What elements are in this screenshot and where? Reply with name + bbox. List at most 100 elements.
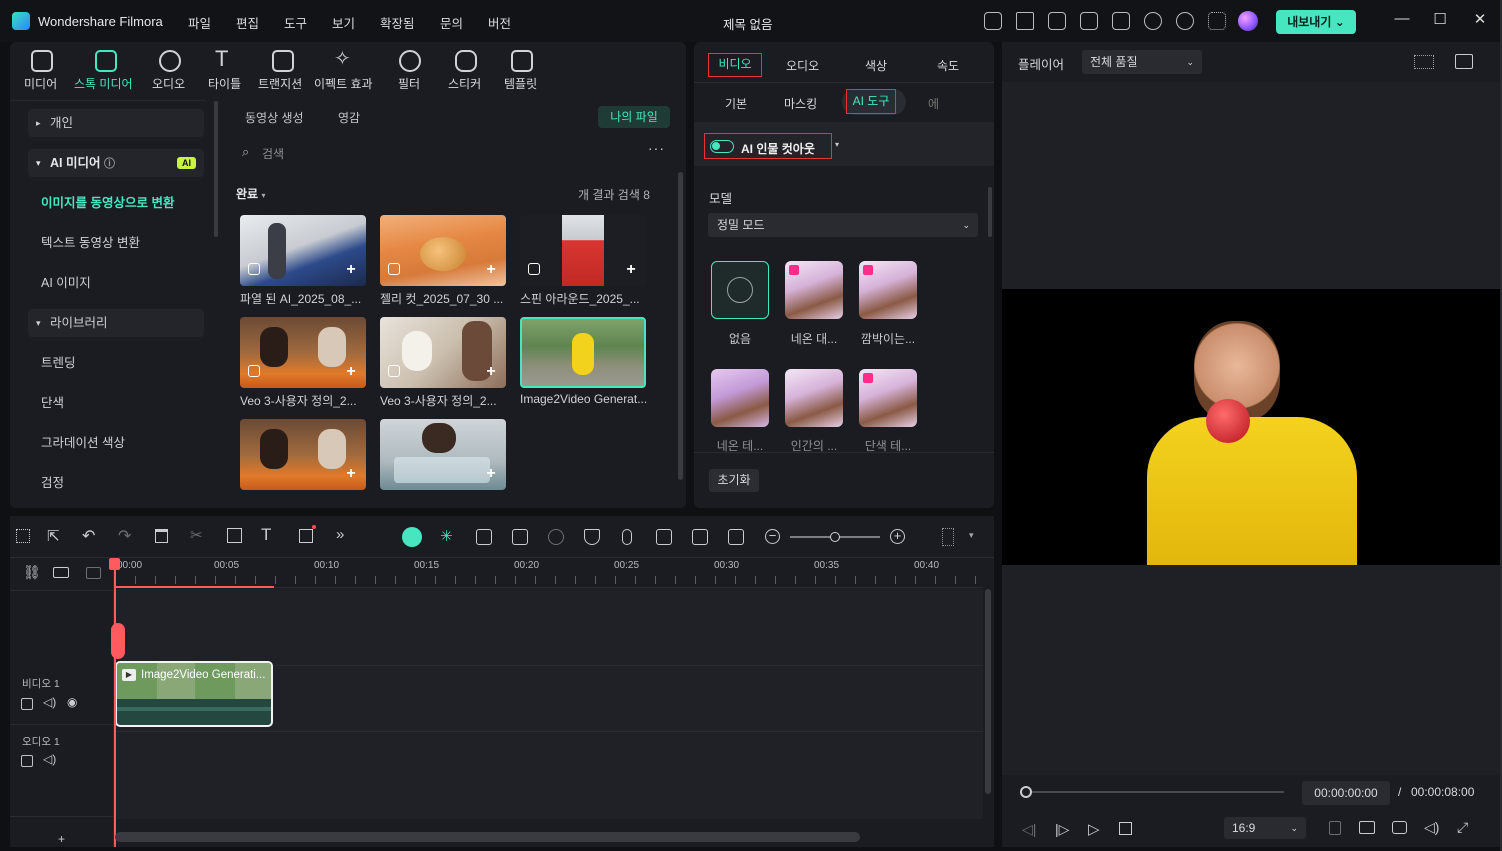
quality-select[interactable]: 전체 품질 ⌄ bbox=[1082, 50, 1202, 74]
tool-titles[interactable]: 타이틀 bbox=[208, 75, 241, 92]
headset-icon[interactable] bbox=[1176, 12, 1194, 30]
media-scrollbar[interactable] bbox=[678, 172, 683, 480]
link-icon[interactable]: ⛓ bbox=[23, 564, 41, 581]
template-icon[interactable] bbox=[511, 50, 533, 72]
subtab-more[interactable]: 에 bbox=[928, 95, 939, 112]
redo-icon[interactable]: ↷ bbox=[118, 526, 131, 546]
layout-icon[interactable] bbox=[1080, 12, 1098, 30]
stock-media-icon[interactable] bbox=[95, 50, 117, 72]
add-track-icon[interactable]: + bbox=[58, 832, 65, 846]
grid-view-icon[interactable] bbox=[1414, 55, 1434, 69]
chain-icon[interactable] bbox=[53, 567, 69, 578]
ai-cutout-toggle[interactable] bbox=[710, 140, 734, 153]
filter-icon[interactable] bbox=[399, 50, 421, 72]
stop-icon[interactable] bbox=[1119, 822, 1132, 835]
add-icon[interactable]: + bbox=[484, 262, 498, 278]
subtab-masking[interactable]: 마스킹 bbox=[784, 95, 817, 112]
tab-video[interactable]: 비디오 bbox=[708, 53, 762, 77]
tool-media[interactable]: 미디어 bbox=[24, 75, 57, 92]
add-icon[interactable]: + bbox=[344, 466, 358, 482]
playhead-marker[interactable] bbox=[111, 623, 125, 659]
tool-templates[interactable]: 템플릿 bbox=[504, 75, 537, 92]
snapshot-icon[interactable] bbox=[1392, 821, 1407, 834]
preset-neon-1[interactable] bbox=[785, 261, 843, 319]
sidebar-item-ai-image[interactable]: AI 이미지 bbox=[28, 269, 204, 297]
shield-icon[interactable] bbox=[584, 529, 600, 545]
save-icon[interactable] bbox=[1112, 12, 1130, 30]
fit-icon[interactable] bbox=[728, 529, 744, 545]
preset-neon-2[interactable] bbox=[711, 369, 769, 427]
preset-solid[interactable] bbox=[859, 369, 917, 427]
play-icon[interactable]: ▷ bbox=[1088, 820, 1100, 838]
minimize-icon[interactable]: — bbox=[1392, 10, 1412, 30]
volume-icon[interactable]: ◁) bbox=[1424, 819, 1439, 836]
eye-icon[interactable]: ◉ bbox=[67, 695, 77, 709]
aspect-ratio-select[interactable]: 16:9 ⌄ bbox=[1224, 817, 1306, 839]
fullscreen-icon[interactable]: ⤢ bbox=[1457, 819, 1468, 836]
sidebar-item-image-to-video[interactable]: 이미지를 동영상으로 변환 bbox=[28, 189, 204, 217]
tool-filters[interactable]: 필터 bbox=[398, 75, 420, 92]
add-icon[interactable]: + bbox=[484, 466, 498, 482]
add-icon[interactable]: + bbox=[344, 364, 358, 380]
layout-grid-icon[interactable] bbox=[16, 529, 30, 543]
camera-effect-icon[interactable] bbox=[512, 529, 528, 545]
menu-edit[interactable]: 편집 bbox=[236, 13, 259, 32]
tool-audio[interactable]: 오디오 bbox=[152, 75, 185, 92]
media-icon[interactable] bbox=[31, 50, 53, 72]
auto-reframe-icon[interactable] bbox=[548, 529, 564, 545]
preset-human[interactable] bbox=[785, 369, 843, 427]
playhead-handle[interactable] bbox=[109, 558, 120, 570]
zoom-slider-knob[interactable] bbox=[830, 532, 840, 542]
track-layout-icon[interactable] bbox=[942, 528, 954, 546]
effects-star-icon[interactable]: ✧ bbox=[334, 46, 351, 71]
ai-sparkle-icon[interactable]: ✳ bbox=[440, 527, 453, 545]
player-progress-track[interactable] bbox=[1024, 791, 1284, 793]
send-icon[interactable] bbox=[1016, 12, 1034, 30]
cloud-icon[interactable] bbox=[1144, 12, 1162, 30]
tool-effects[interactable]: 이펙트 효과 bbox=[314, 75, 373, 92]
tool-transitions[interactable]: 트랜지션 bbox=[258, 75, 302, 92]
timeline-vscroll-thumb[interactable] bbox=[985, 589, 991, 794]
transition-icon[interactable] bbox=[272, 50, 294, 72]
marker-icon[interactable] bbox=[1329, 821, 1341, 835]
menu-file[interactable]: 파일 bbox=[188, 13, 211, 32]
maximize-icon[interactable]: ☐ bbox=[1430, 10, 1450, 30]
media-thumbnail[interactable]: + bbox=[240, 317, 366, 388]
gift-icon[interactable] bbox=[984, 12, 1002, 30]
tab-generate-video[interactable]: 동영상 생성 bbox=[245, 109, 304, 126]
tab-inspiration[interactable]: 영감 bbox=[338, 109, 360, 126]
menu-inquiry[interactable]: 문의 bbox=[440, 13, 463, 32]
avatar[interactable] bbox=[1238, 11, 1258, 31]
media-thumbnail[interactable]: + bbox=[380, 215, 506, 286]
add-icon[interactable]: + bbox=[484, 364, 498, 380]
tool-stickers[interactable]: 스티커 bbox=[448, 75, 481, 92]
menu-version[interactable]: 버전 bbox=[488, 13, 511, 32]
microphone-icon[interactable] bbox=[622, 529, 632, 545]
menu-extensions[interactable]: 확장됨 bbox=[380, 13, 415, 32]
props-scrollbar[interactable] bbox=[988, 187, 992, 237]
player-progress-knob[interactable] bbox=[1020, 786, 1032, 798]
sidebar-item-library[interactable]: ▾ 라이브러리 bbox=[28, 309, 204, 337]
track-add-icon[interactable] bbox=[86, 567, 101, 579]
keyframe-icon[interactable] bbox=[692, 529, 708, 545]
monitor-icon[interactable] bbox=[1359, 821, 1375, 834]
video-clip[interactable]: ▶ Image2Video Generati... bbox=[115, 661, 273, 727]
playhead[interactable] bbox=[114, 558, 116, 847]
tab-color[interactable]: 색상 bbox=[865, 57, 887, 74]
text-icon[interactable]: T bbox=[261, 525, 271, 545]
more-options-icon[interactable]: ··· bbox=[648, 140, 665, 156]
title-t-icon[interactable]: T bbox=[215, 46, 228, 72]
apps-grid-icon[interactable] bbox=[1208, 12, 1226, 30]
sidebar-item-personal[interactable]: ▸ 개인 bbox=[28, 109, 204, 137]
menu-view[interactable]: 보기 bbox=[332, 13, 355, 32]
tool-stock-media[interactable]: 스톡 미디어 bbox=[74, 75, 133, 92]
subtab-basic[interactable]: 기본 bbox=[725, 95, 747, 112]
menu-tools[interactable]: 도구 bbox=[284, 13, 307, 32]
audio-icon[interactable] bbox=[159, 50, 181, 72]
prev-frame-icon[interactable]: ◁| bbox=[1022, 821, 1036, 838]
cut-icon[interactable]: ✂ bbox=[190, 526, 203, 544]
sidebar-item-ai-media[interactable]: ▾ AI 미디어 ⓘ AI bbox=[28, 149, 204, 177]
speed-ramp-icon[interactable] bbox=[476, 529, 492, 545]
media-thumbnail[interactable]: + bbox=[380, 419, 506, 490]
media-thumbnail-selected[interactable] bbox=[520, 317, 646, 388]
